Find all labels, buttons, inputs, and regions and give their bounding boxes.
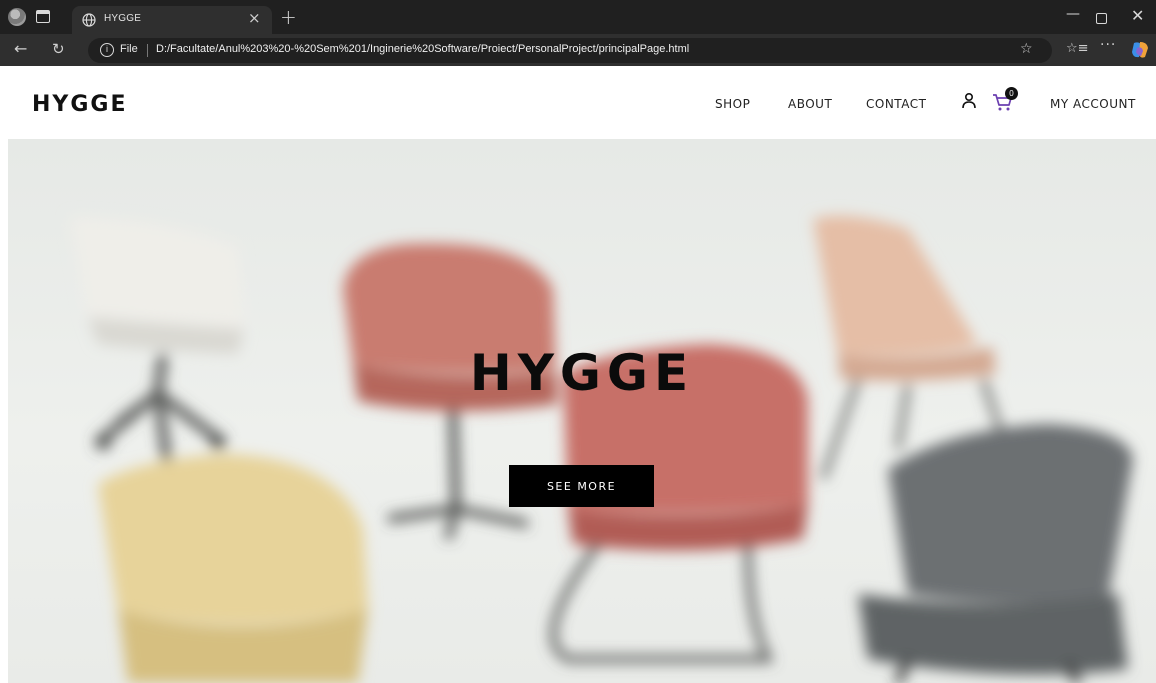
address-separator <box>147 44 148 57</box>
browser-chrome: HYGGE × + — ✕ ← ↻ i File D:/Facultate/An… <box>0 0 1156 66</box>
hero-chairs-image <box>8 139 1156 683</box>
info-icon[interactable]: i <box>100 43 114 57</box>
profile-icon[interactable] <box>8 8 26 26</box>
see-more-button[interactable]: SEE MORE <box>509 465 654 507</box>
nav-about-link[interactable]: ABOUT <box>788 97 832 111</box>
browser-toolbar: ← ↻ i File D:/Facultate/Anul%203%20-%20S… <box>0 34 1156 66</box>
my-account-link[interactable]: MY ACCOUNT <box>1050 97 1136 111</box>
site-logo[interactable]: HYGGE <box>32 92 128 117</box>
copilot-icon[interactable] <box>1130 40 1150 60</box>
url-text[interactable]: D:/Facultate/Anul%203%20-%20Sem%201/Ingi… <box>156 43 689 55</box>
tab-strip: HYGGE × + — ✕ <box>0 0 1156 34</box>
nav-contact-link[interactable]: CONTACT <box>866 97 926 111</box>
nav-shop-link[interactable]: SHOP <box>715 97 750 111</box>
minimize-icon[interactable]: — <box>1066 6 1080 22</box>
star-icon[interactable]: ☆ <box>1020 41 1033 57</box>
user-icon[interactable] <box>961 92 977 110</box>
more-icon[interactable]: ··· <box>1100 37 1116 53</box>
file-label: File <box>120 43 138 55</box>
tab-close-icon[interactable]: × <box>248 9 261 27</box>
favorites-icon[interactable]: ☆≡ <box>1066 41 1089 56</box>
hero-title: HYGGE <box>469 344 695 402</box>
new-tab-button[interactable]: + <box>280 5 297 29</box>
tab-title: HYGGE <box>104 13 142 24</box>
reload-icon[interactable]: ↻ <box>52 40 65 58</box>
close-icon[interactable]: ✕ <box>1131 6 1144 25</box>
hero-section: HYGGE SEE MORE <box>8 139 1156 683</box>
cart-count-badge: 0 <box>1005 87 1018 100</box>
globe-icon <box>82 13 96 27</box>
tab-actions-icon[interactable] <box>36 10 50 23</box>
site-header: HYGGE SHOP ABOUT CONTACT 0 MY ACCOUNT <box>0 66 1156 139</box>
maximize-icon[interactable] <box>1096 13 1107 24</box>
tab-hygge[interactable]: HYGGE × <box>72 6 272 34</box>
back-icon[interactable]: ← <box>14 39 27 58</box>
address-bar[interactable]: i File D:/Facultate/Anul%203%20-%20Sem%2… <box>88 38 1052 63</box>
web-page: HYGGE SHOP ABOUT CONTACT 0 MY ACCOUNT HY… <box>0 66 1156 683</box>
